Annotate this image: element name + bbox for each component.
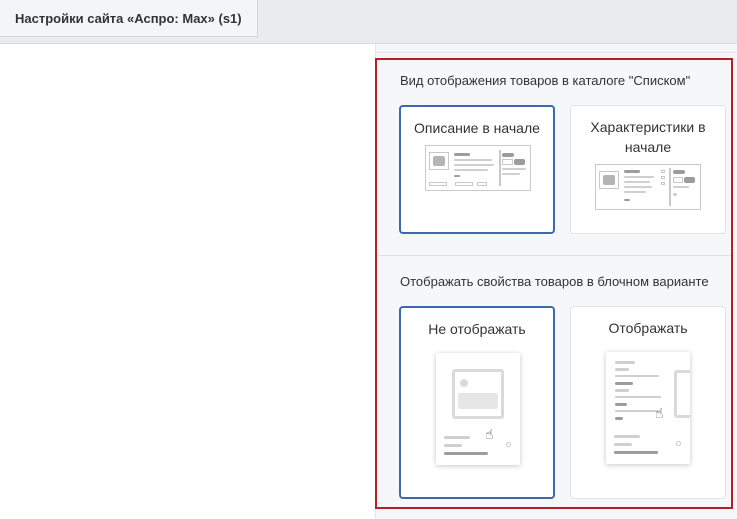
left-panel [0,44,375,519]
panel-top-divider [376,52,737,53]
highlight-frame [375,58,733,509]
tab-bar: Настройки сайта «Аспро: Max» (s1) [0,0,737,44]
tab-title: Настройки сайта «Аспро: Max» (s1) [15,11,242,26]
tab-site-settings[interactable]: Настройки сайта «Аспро: Max» (s1) [0,0,258,37]
